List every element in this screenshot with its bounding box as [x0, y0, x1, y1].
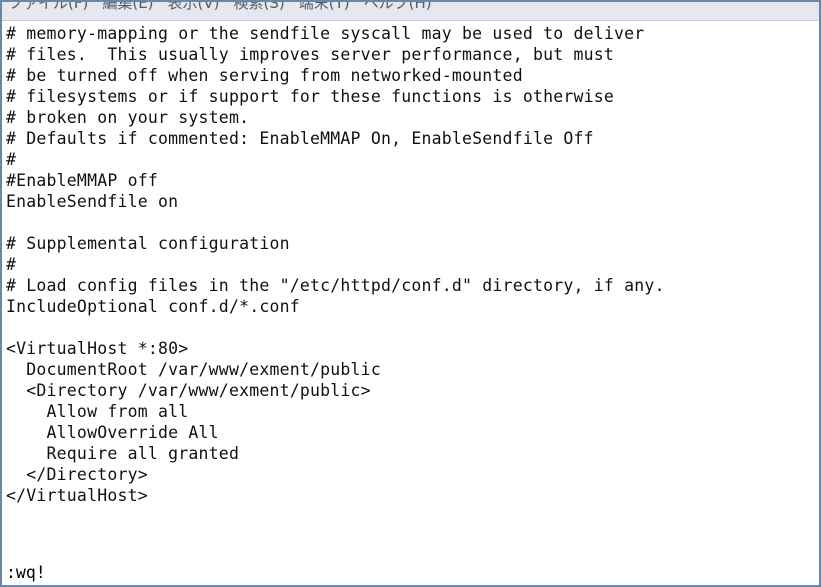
editor-line: # Load config files in the "/etc/httpd/c…: [6, 275, 815, 296]
editor-line: #: [6, 254, 815, 275]
terminal-window: ファイル(F) 編集(E) 表示(V) 検索(S) 端末(T) ヘルプ(H) #…: [0, 0, 821, 587]
vim-command-line[interactable]: :wq!: [2, 562, 819, 585]
editor-line: EnableSendfile on: [6, 191, 815, 212]
menu-edit[interactable]: 編集(E): [102, 2, 153, 11]
editor-line: DocumentRoot /var/www/exment/public: [6, 359, 815, 380]
menu-search[interactable]: 検索(S): [234, 2, 285, 11]
menu-file[interactable]: ファイル(F): [8, 2, 88, 11]
editor-line: #: [6, 149, 815, 170]
menu-terminal[interactable]: 端末(T): [299, 2, 350, 11]
editor-line: Allow from all: [6, 401, 815, 422]
editor-line: <VirtualHost *:80>: [6, 338, 815, 359]
menubar: ファイル(F) 編集(E) 表示(V) 検索(S) 端末(T) ヘルプ(H): [2, 2, 819, 21]
editor-line: # Defaults if commented: EnableMMAP On, …: [6, 128, 815, 149]
editor-line: [6, 506, 815, 527]
editor-line: [6, 212, 815, 233]
editor-line: [6, 317, 815, 338]
editor-line: <Directory /var/www/exment/public>: [6, 380, 815, 401]
editor-line: </Directory>: [6, 464, 815, 485]
editor-line: # be turned off when serving from networ…: [6, 65, 815, 86]
editor-line: # filesystems or if support for these fu…: [6, 86, 815, 107]
menu-view[interactable]: 表示(V): [168, 2, 220, 11]
editor-line: #EnableMMAP off: [6, 170, 815, 191]
editor-area[interactable]: # memory-mapping or the sendfile syscall…: [2, 21, 819, 562]
editor-line: </VirtualHost>: [6, 485, 815, 506]
editor-line: # memory-mapping or the sendfile syscall…: [6, 23, 815, 44]
editor-line: [6, 527, 815, 548]
editor-line: IncludeOptional conf.d/*.conf: [6, 296, 815, 317]
editor-line: Require all granted: [6, 443, 815, 464]
editor-line: AllowOverride All: [6, 422, 815, 443]
editor-line: # files. This usually improves server pe…: [6, 44, 815, 65]
menu-help[interactable]: ヘルプ(H): [364, 2, 432, 11]
editor-line: # broken on your system.: [6, 107, 815, 128]
editor-line: # Supplemental configuration: [6, 233, 815, 254]
